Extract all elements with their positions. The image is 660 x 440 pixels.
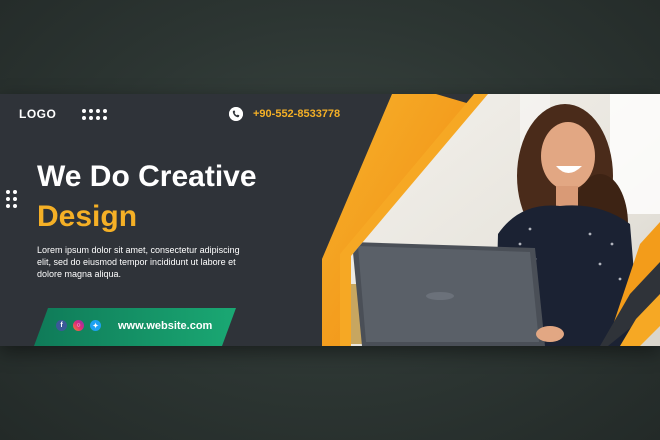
social-links: f ○ ✦: [56, 320, 101, 331]
logo[interactable]: LOGO: [19, 107, 56, 121]
headline-line-1: We Do Creative: [37, 160, 257, 193]
facebook-icon[interactable]: f: [56, 320, 67, 331]
phone-number[interactable]: +90-552-8533778: [253, 108, 340, 120]
side-dots-icon: [6, 190, 17, 208]
headline-line-2: Design: [37, 200, 138, 233]
body-text: Lorem ipsum dolor sit amet, consectetur …: [37, 245, 240, 279]
instagram-icon[interactable]: ○: [73, 320, 84, 331]
website-link[interactable]: www.website.com: [118, 320, 212, 332]
phone-icon: [229, 107, 243, 121]
banner: LOGO +90-552-8533778 We Do Creative Desi…: [0, 94, 660, 346]
menu-dots-icon[interactable]: [82, 109, 107, 120]
twitter-icon[interactable]: ✦: [90, 320, 101, 331]
